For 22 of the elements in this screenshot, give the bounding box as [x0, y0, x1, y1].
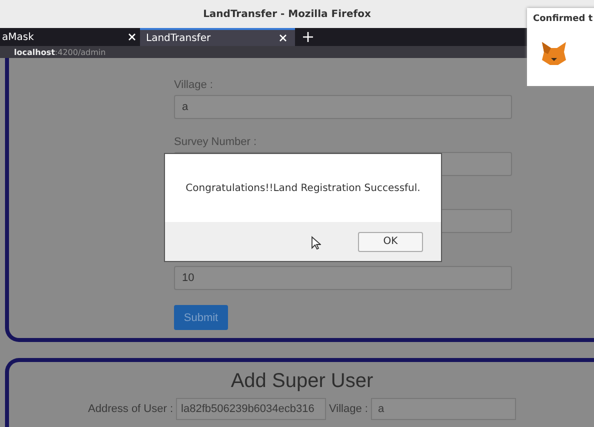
cursor-icon: [311, 236, 321, 250]
input-field[interactable]: a: [174, 95, 512, 119]
url-text: localhost:4200/admin: [14, 48, 106, 56]
field-label: Village :: [329, 403, 368, 415]
input-field[interactable]: a: [370, 398, 516, 420]
input-field[interactable]: la82fb506239b6034ecb316: [176, 398, 326, 420]
fox-icon: [539, 40, 569, 66]
section-heading: Add Super User: [230, 370, 374, 393]
ok-button[interactable]: OK: [358, 232, 423, 252]
field-label: Survey Number :: [174, 136, 257, 148]
browser-tab[interactable]: aMask: [0, 28, 140, 46]
close-icon[interactable]: [279, 34, 287, 42]
notification-title: Confirmed t: [533, 14, 594, 24]
field-label: Address of User :: [88, 403, 174, 415]
window-title: LandTransfer - Mozilla Firefox: [203, 8, 371, 20]
submit-button[interactable]: Submit: [174, 305, 228, 330]
new-tab-icon[interactable]: [303, 32, 313, 42]
close-icon[interactable]: [128, 33, 136, 41]
browser-tab[interactable]: LandTransfer: [140, 28, 295, 46]
alert-message: Congratulations!!Land Registration Successful.: [186, 182, 420, 194]
field-label: Village :: [174, 79, 213, 91]
input-field[interactable]: 10: [174, 266, 512, 290]
